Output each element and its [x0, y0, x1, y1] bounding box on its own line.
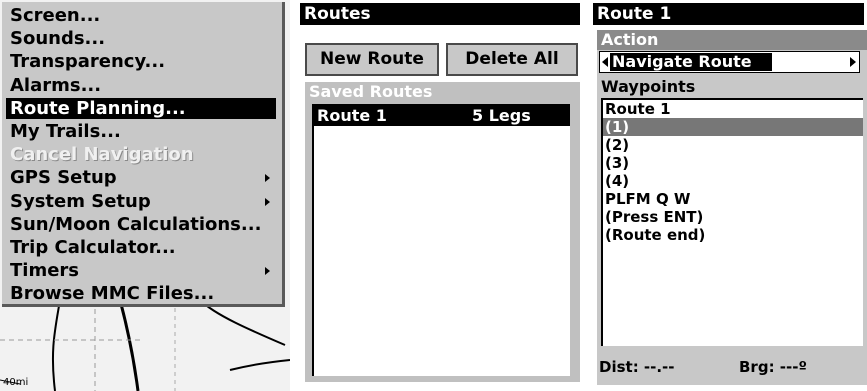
menu-item-label: Sun/Moon Calculations...	[10, 213, 262, 235]
waypoint-item[interactable]: (Route end)	[603, 226, 863, 244]
menu-item-label: Timers	[10, 260, 80, 282]
menu-item-alarms[interactable]: Alarms...	[6, 75, 276, 96]
menu-item-sounds[interactable]: Sounds...	[6, 28, 276, 49]
menu-item-route-planning[interactable]: Route Planning...	[6, 97, 276, 119]
saved-routes-header: Saved Routes	[309, 82, 433, 101]
delete-all-button[interactable]: Delete All	[446, 43, 578, 76]
menu-item-label: Screen...	[10, 5, 101, 26]
new-route-button[interactable]: New Route	[305, 43, 439, 76]
waypoint-item[interactable]: (2)	[603, 136, 863, 154]
waypoint-item[interactable]: (3)	[603, 154, 863, 172]
menu-item-label: Cancel Navigation	[10, 144, 194, 166]
saved-routes-list[interactable]: Route 1 5 Legs	[312, 104, 570, 376]
bearing-readout: Brg: ---º	[739, 358, 807, 376]
menu-item-label: Browse MMC Files...	[10, 283, 215, 305]
waypoint-item[interactable]: Route 1	[603, 100, 863, 118]
distance-readout: Dist: --.--	[599, 358, 675, 376]
menu-item-label: My Trails...	[10, 121, 121, 142]
saved-routes-frame: Saved Routes Route 1 5 Legs	[305, 82, 580, 382]
routes-panel: Routes New Route Delete All Saved Routes…	[298, 0, 584, 391]
menu-item-browse-mmc-files[interactable]: Browse MMC Files...	[6, 283, 276, 304]
route-name: Route 1	[317, 106, 387, 125]
menu-item-label: System Setup	[10, 190, 151, 212]
menu-item-label: Transparency...	[10, 51, 166, 73]
route-detail-title: Route 1	[593, 3, 864, 25]
submenu-arrow-icon	[265, 267, 270, 276]
route-detail-frame: Action Navigate Route Waypoints Route 1(…	[597, 30, 867, 385]
menu-item-gps-setup[interactable]: GPS Setup	[6, 167, 276, 188]
main-menu-panel: 40mi Screen... Sounds... Transparency... Al…	[0, 0, 290, 391]
menu-item-label: GPS Setup	[10, 167, 117, 189]
action-value: Navigate Route	[610, 53, 772, 71]
menu-item-label: Alarms...	[10, 74, 102, 96]
right-arrow-icon[interactable]	[850, 57, 856, 67]
waypoints-list[interactable]: Route 1 (1) (2) (3) (4) PLFM Q W (Press ENT) (R…	[601, 98, 863, 346]
submenu-arrow-icon	[265, 197, 270, 206]
menu-item-system-setup[interactable]: System Setup	[6, 191, 276, 212]
action-header: Action	[597, 30, 867, 50]
menu-item-label: Trip Calculator...	[10, 237, 176, 258]
menu-item-transparency[interactable]: Transparency...	[6, 51, 276, 72]
waypoint-item[interactable]: (1)	[603, 118, 863, 136]
menu-item-cancel-navigation: Cancel Navigation	[6, 144, 276, 165]
left-arrow-icon[interactable]	[602, 57, 608, 67]
menu-item-my-trails[interactable]: My Trails...	[6, 121, 276, 142]
map-scale-label: 40mi	[3, 377, 29, 388]
waypoint-item[interactable]: (Press ENT)	[603, 208, 863, 226]
main-menu: Screen... Sounds... Transparency... Alarms.…	[2, 2, 285, 307]
route-legs: 5 Legs	[472, 106, 531, 125]
menu-item-timers[interactable]: Timers	[6, 260, 276, 281]
waypoints-header: Waypoints	[601, 77, 696, 96]
menu-item-label: Sounds...	[10, 28, 106, 50]
action-selector[interactable]: Navigate Route	[599, 51, 860, 73]
waypoint-item[interactable]: (4)	[603, 172, 863, 190]
route-detail-panel: Route 1 Action Navigate Route Waypoints …	[591, 0, 867, 391]
submenu-arrow-icon	[265, 174, 270, 183]
menu-item-screen[interactable]: Screen...	[6, 5, 276, 26]
menu-item-sun-moon-calculations[interactable]: Sun/Moon Calculations...	[6, 214, 276, 235]
saved-route-row[interactable]: Route 1 5 Legs	[314, 106, 570, 126]
waypoint-item[interactable]: PLFM Q W	[603, 190, 863, 208]
menu-item-trip-calculator[interactable]: Trip Calculator...	[6, 237, 276, 258]
menu-item-label: Route Planning...	[10, 97, 186, 119]
routes-title: Routes	[300, 3, 580, 25]
